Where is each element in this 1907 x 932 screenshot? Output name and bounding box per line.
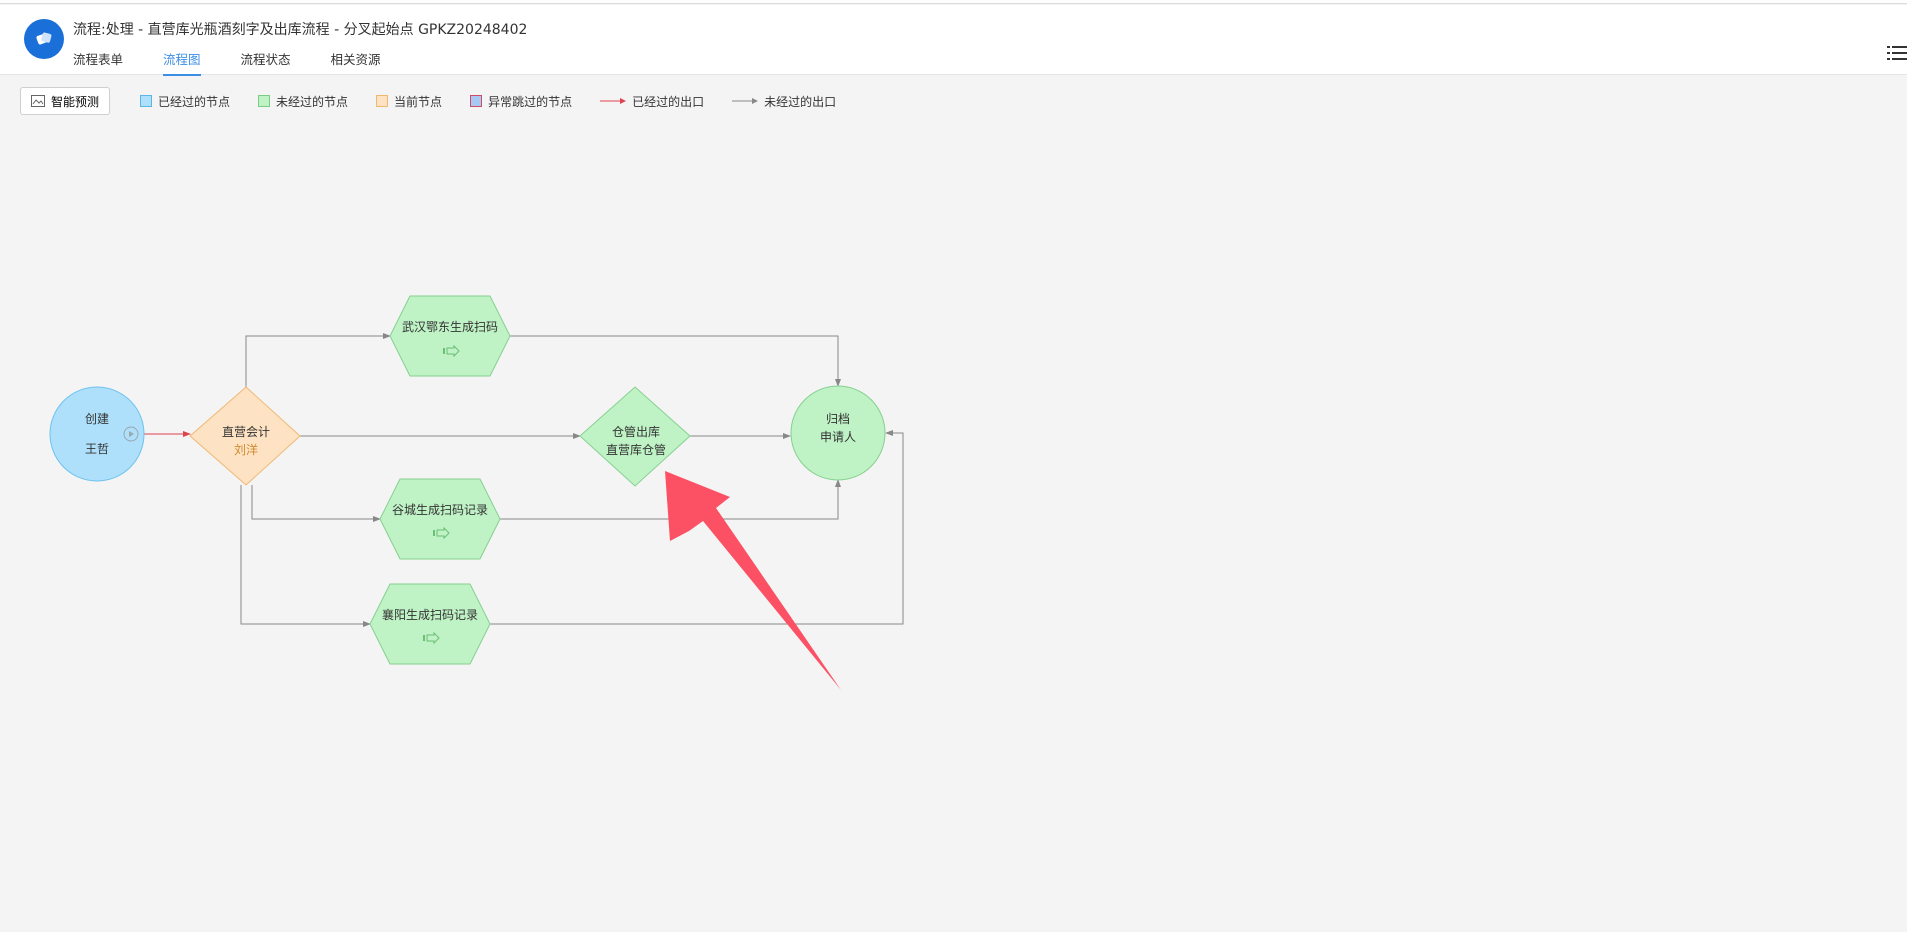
node-gucheng[interactable]: 谷城生成扫码记录 (379, 478, 501, 560)
edge-accounting-to-gucheng (251, 485, 381, 522)
node-gucheng-title: 谷城生成扫码记录 (392, 503, 488, 517)
node-warehouse[interactable]: 仓管出库 直营库仓管 (579, 386, 691, 487)
node-warehouse-user: 直营库仓管 (606, 442, 666, 457)
node-warehouse-title: 仓管出库 (612, 424, 660, 439)
edge-wuhan-to-archive (510, 335, 841, 387)
node-accounting[interactable]: 直营会计 刘洋 (189, 386, 301, 486)
node-archive-user: 申请人 (820, 430, 856, 444)
node-xiangyang-title: 襄阳生成扫码记录 (382, 607, 478, 622)
node-accounting-user: 刘洋 (234, 442, 258, 457)
node-wuhan-title: 武汉鄂东生成扫码 (402, 320, 498, 334)
node-start[interactable]: 创建 王哲 (49, 386, 145, 482)
edge-accounting-to-xiangyang (240, 485, 371, 627)
node-start-user: 王哲 (85, 442, 109, 456)
node-archive[interactable]: 归档 申请人 (790, 385, 886, 481)
edge-accounting-to-wuhan (245, 333, 391, 387)
node-start-title: 创建 (85, 412, 109, 426)
node-accounting-title: 直营会计 (222, 425, 270, 439)
node-archive-title: 归档 (826, 412, 850, 426)
annotation-pointer-arrow (665, 471, 841, 690)
flowchart-canvas: 创建 王哲 直营会计 刘洋 武汉鄂东生成扫码 仓管出库 直营库仓管 归档 申请人 (49, 295, 904, 690)
node-xiangyang[interactable]: 襄阳生成扫码记录 (369, 583, 491, 665)
node-wuhan[interactable]: 武汉鄂东生成扫码 (389, 295, 511, 377)
